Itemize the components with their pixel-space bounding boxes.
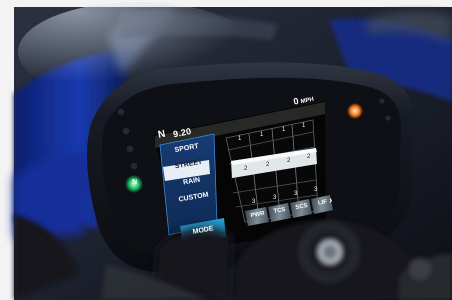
inactive-indicator <box>379 98 385 104</box>
speed-value: 0 <box>292 95 300 107</box>
amber-indicator <box>347 103 363 119</box>
pwr-level-bottom: 3 <box>252 199 256 205</box>
inactive-indicator <box>122 127 130 135</box>
lif-level-bottom: 3 <box>314 187 318 193</box>
inactive-indicator <box>126 145 134 153</box>
lif-level-mid: 2 <box>307 154 311 160</box>
next-arrow-icon[interactable]: › <box>329 195 339 206</box>
pwr-level-mid: 2 <box>244 166 248 172</box>
photo-scene: N 9.20 0MPH SPORT STREET RAIN CUSTOM MOD… <box>0 0 452 300</box>
glare <box>18 2 258 102</box>
pwr-level-top: 1 <box>238 136 242 142</box>
scs-level-mid: 2 <box>287 158 291 164</box>
tcs-level-bottom: 3 <box>273 195 277 201</box>
tcs-level-top: 1 <box>260 132 264 138</box>
tcs-level-mid: 2 <box>266 162 270 168</box>
lif-level-top: 1 <box>302 123 306 129</box>
inactive-indicator <box>117 108 125 116</box>
scs-level-bottom: 3 <box>294 191 298 197</box>
motorcycle-dashboard-photo <box>0 0 452 300</box>
inactive-indicator <box>130 162 138 170</box>
scs-level-top: 1 <box>282 127 286 133</box>
neutral-indicator-label: N <box>131 179 138 186</box>
speed-unit: MPH <box>300 96 315 106</box>
inactive-indicator <box>385 115 391 121</box>
